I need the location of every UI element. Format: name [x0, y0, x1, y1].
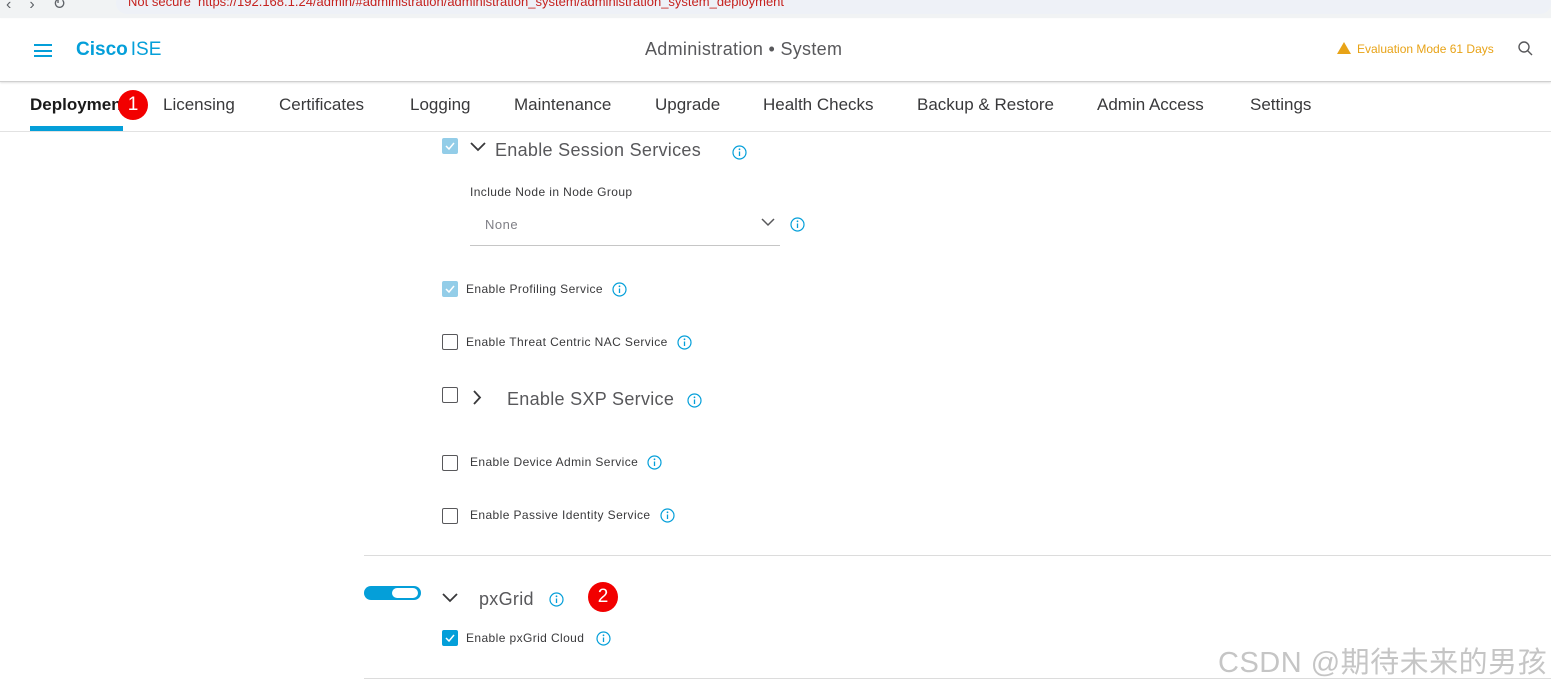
watermark: CSDN @期待未来的男孩: [1218, 647, 1548, 679]
toggle-knob: [392, 588, 418, 598]
node-group-label: Include Node in Node Group: [470, 185, 633, 199]
page-title: Administration • System: [645, 39, 843, 59]
session-services-checkbox[interactable]: [442, 138, 458, 154]
sxp-service-checkbox[interactable]: [442, 387, 458, 403]
tab-health-checks[interactable]: Health Checks: [763, 95, 874, 115]
url-text[interactable]: https://192.168.1.24/admin/#administrati…: [198, 0, 784, 9]
tab-backup-restore[interactable]: Backup & Restore: [917, 95, 1054, 115]
session-services-label: Enable Session Services: [495, 140, 702, 160]
passive-identity-checkbox[interactable]: [442, 508, 458, 524]
pxgrid-cloud-label: Enable pxGrid Cloud: [466, 631, 585, 645]
tab-upgrade[interactable]: Upgrade: [655, 95, 720, 115]
brand-ise: ISE: [130, 39, 162, 60]
section-divider: [364, 555, 1551, 556]
info-icon[interactable]: [677, 335, 692, 350]
warning-icon: [1337, 42, 1351, 54]
node-group-select[interactable]: None: [470, 206, 780, 246]
address-bar[interactable]: Not secure https://192.168.1.24/admin/#a…: [116, 0, 1551, 14]
pxgrid-toggle[interactable]: [364, 586, 421, 600]
info-icon[interactable]: [660, 508, 675, 523]
sxp-service-label: Enable SXP Service: [507, 389, 675, 409]
device-admin-label: Enable Device Admin Service: [470, 455, 639, 469]
threat-centric-nac-checkbox[interactable]: [442, 334, 458, 350]
browser-nav-icons[interactable]: ‹›↻: [6, 0, 84, 14]
threat-centric-nac-label: Enable Threat Centric NAC Service: [466, 335, 668, 349]
settings-tabs: Deploymen Licensing Certificates Logging…: [0, 82, 1551, 132]
tab-settings[interactable]: Settings: [1250, 95, 1311, 115]
hamburger-menu-icon[interactable]: [34, 44, 52, 57]
chevron-down-icon[interactable]: [470, 142, 486, 152]
passive-identity-label: Enable Passive Identity Service: [470, 508, 651, 522]
chevron-right-icon[interactable]: [473, 390, 482, 405]
tab-logging[interactable]: Logging: [410, 95, 471, 115]
chevron-down-icon: [761, 218, 775, 227]
evaluation-notice[interactable]: Evaluation Mode 61 Days: [1337, 42, 1494, 56]
tab-licensing[interactable]: Licensing: [163, 95, 235, 115]
app-header: Cisco ISE Administration • System Evaluat…: [0, 19, 1551, 82]
annotation-badge-1: 1: [118, 90, 148, 120]
tab-deployment[interactable]: Deploymen: [30, 95, 122, 115]
info-icon[interactable]: [612, 282, 627, 297]
pxgrid-cloud-checkbox[interactable]: [442, 630, 458, 646]
profiling-service-checkbox[interactable]: [442, 281, 458, 297]
brand-logo[interactable]: Cisco ISE: [76, 39, 161, 61]
info-icon[interactable]: [732, 145, 747, 160]
security-indicator[interactable]: Not secure: [128, 0, 191, 9]
tab-maintenance[interactable]: Maintenance: [514, 95, 611, 115]
tab-certificates[interactable]: Certificates: [279, 95, 364, 115]
device-admin-checkbox[interactable]: [442, 455, 458, 471]
info-icon[interactable]: [549, 592, 564, 607]
search-icon[interactable]: [1518, 41, 1533, 56]
evaluation-text: Evaluation Mode 61 Days: [1357, 42, 1494, 56]
info-icon[interactable]: [790, 217, 805, 232]
tab-admin-access[interactable]: Admin Access: [1097, 95, 1204, 115]
info-icon[interactable]: [687, 393, 702, 408]
pxgrid-label: pxGrid: [479, 589, 534, 609]
info-icon[interactable]: [596, 631, 611, 646]
browser-toolbar: ‹›↻ Not secure https://192.168.1.24/admi…: [0, 0, 1551, 18]
active-tab-indicator: [30, 126, 123, 131]
profiling-service-label: Enable Profiling Service: [466, 282, 604, 296]
chevron-down-icon[interactable]: [442, 593, 458, 603]
node-group-value: None: [485, 217, 519, 232]
brand-cisco: Cisco: [76, 39, 128, 60]
annotation-badge-2: 2: [588, 582, 618, 612]
info-icon[interactable]: [647, 455, 662, 470]
